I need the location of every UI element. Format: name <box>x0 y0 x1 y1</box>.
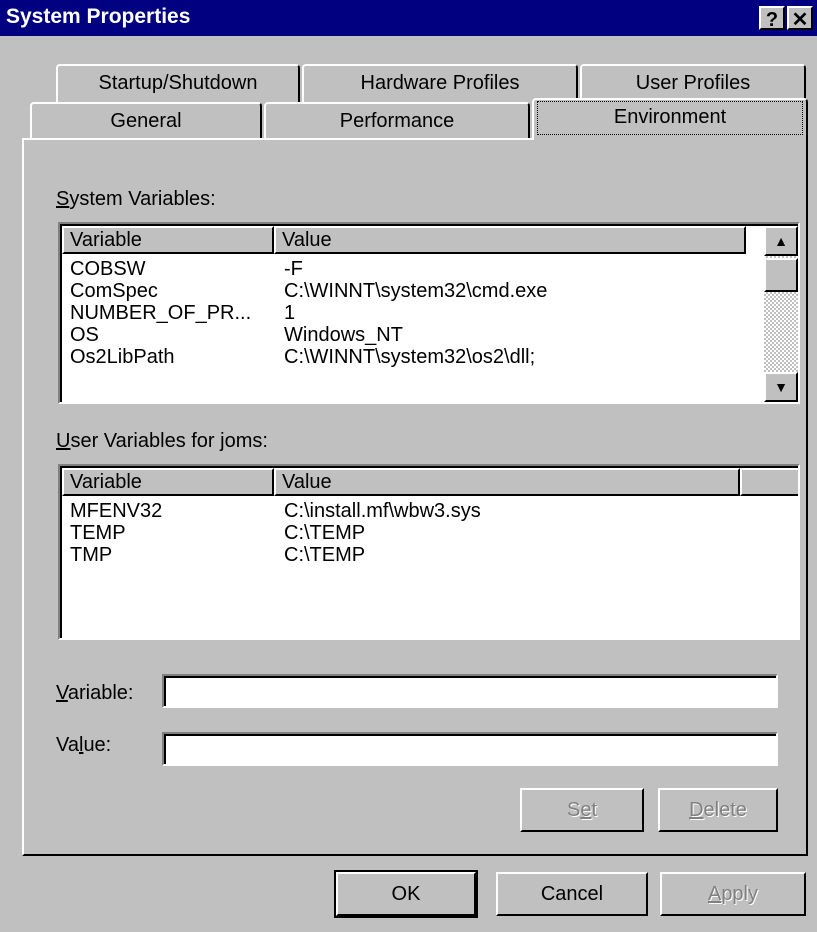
column-header-value[interactable]: Value <box>274 468 740 496</box>
user-variables-list[interactable]: Variable Value MFENV32 C:\install.mf\wbw… <box>58 464 800 640</box>
system-variables-list[interactable]: Variable Value COBSW -F ComSpec C:\WINNT… <box>58 222 800 404</box>
tab-label: Startup/Shutdown <box>98 72 258 94</box>
focus-rect <box>537 101 803 135</box>
table-row[interactable]: TMP C:\TEMP <box>62 544 792 566</box>
variable-field[interactable] <box>162 674 778 708</box>
variable-field-label: Variable: <box>56 682 134 704</box>
help-button[interactable]: ? <box>759 6 785 31</box>
delete-button[interactable]: Delete <box>658 788 778 832</box>
table-row[interactable]: COBSW -F <box>62 258 752 280</box>
value-field-label: Value: <box>56 734 112 756</box>
column-header-value[interactable]: Value <box>274 226 746 254</box>
ok-button[interactable]: OK <box>334 870 478 918</box>
table-row[interactable]: OS Windows_NT <box>62 324 752 346</box>
tab-label: Performance <box>339 110 455 132</box>
table-row[interactable]: ComSpec C:\WINNT\system32\cmd.exe <box>62 280 752 302</box>
variable-input[interactable] <box>164 676 776 706</box>
tab-startup-shutdown[interactable]: Startup/Shutdown <box>56 64 300 102</box>
tab-environment[interactable]: Environment <box>532 98 808 140</box>
column-header-variable[interactable]: Variable <box>62 468 274 496</box>
environment-panel: System Variables: Variable Value COBSW -… <box>22 138 808 856</box>
tab-label: Hardware Profiles <box>360 72 520 94</box>
table-row[interactable]: TEMP C:\TEMP <box>62 522 792 544</box>
value-input[interactable] <box>164 734 776 764</box>
user-variables-label: User Variables for joms: <box>56 430 268 452</box>
table-row[interactable]: Os2LibPath C:\WINNT\system32\os2\dll; <box>62 346 752 368</box>
tab-performance[interactable]: Performance <box>264 102 530 140</box>
arrow-up-icon: ▲ <box>774 233 788 249</box>
help-icon: ? <box>765 9 779 31</box>
set-button[interactable]: Set <box>520 788 644 832</box>
value-field[interactable] <box>162 732 778 766</box>
column-header-variable[interactable]: Variable <box>62 226 274 254</box>
tab-general[interactable]: General <box>30 102 262 140</box>
tab-hardware-profiles[interactable]: Hardware Profiles <box>302 64 578 102</box>
table-row[interactable]: MFENV32 C:\install.mf\wbw3.sys <box>62 500 792 522</box>
title-bar: System Properties ? ✕ <box>0 0 817 36</box>
system-variables-label: System Variables: <box>56 188 216 210</box>
scroll-up-button[interactable]: ▲ <box>764 226 798 256</box>
tab-label: User Profiles <box>635 72 751 94</box>
column-header-spacer <box>740 468 798 496</box>
scroll-thumb[interactable] <box>764 258 798 292</box>
cancel-button[interactable]: Cancel <box>496 872 648 916</box>
arrow-down-icon: ▼ <box>774 379 788 395</box>
vertical-scrollbar[interactable]: ▲ ▼ <box>764 226 798 402</box>
scroll-down-button[interactable]: ▼ <box>764 372 798 402</box>
tab-user-profiles[interactable]: User Profiles <box>580 64 806 102</box>
close-icon: ✕ <box>791 9 809 31</box>
close-button[interactable]: ✕ <box>787 6 813 31</box>
window-title: System Properties <box>6 5 191 28</box>
table-row[interactable]: NUMBER_OF_PR... 1 <box>62 302 752 324</box>
apply-button[interactable]: Apply <box>660 872 806 916</box>
tab-label: General <box>110 110 182 132</box>
